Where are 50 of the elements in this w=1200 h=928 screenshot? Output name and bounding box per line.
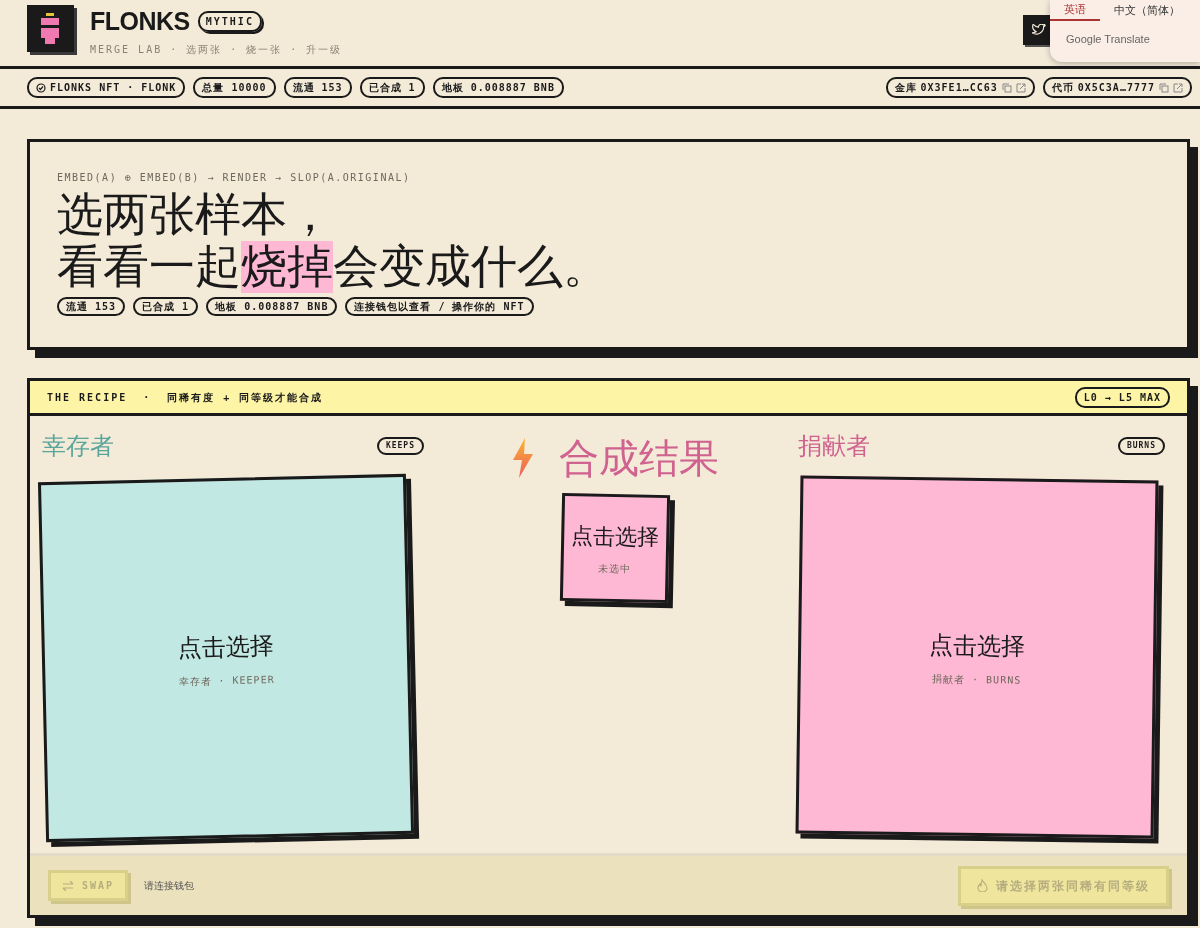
stat-pill: 流通 153 bbox=[283, 77, 352, 98]
headline-text: 看看一起 bbox=[57, 240, 241, 293]
tier-badge: MYTHIC bbox=[197, 11, 262, 32]
brand-title: FLONKS bbox=[90, 9, 190, 34]
stat-pill: 已合成 1 bbox=[359, 77, 425, 98]
swap-icon bbox=[62, 880, 74, 891]
copy-icon[interactable] bbox=[1159, 82, 1169, 93]
address-label: 代币 bbox=[1051, 81, 1074, 95]
lightning-icon bbox=[511, 438, 535, 478]
flame-icon bbox=[977, 879, 988, 892]
info-pill: 连接钱包以查看 / 操作你的 NFT bbox=[345, 296, 534, 316]
stat-pill: 地板 0.008887 BNB bbox=[432, 77, 564, 98]
slot-tag: KEEPS bbox=[376, 437, 424, 455]
language-tab[interactable]: 英语 bbox=[1050, 0, 1100, 21]
copy-icon[interactable] bbox=[1001, 82, 1012, 93]
slot-caption: 未选中 bbox=[597, 561, 632, 577]
highlighted-text: 烧掉 bbox=[241, 240, 333, 293]
slot-caption: 幸存者 · KEEPER bbox=[178, 672, 275, 689]
headline-text: 会变成什么。 bbox=[333, 240, 609, 293]
info-pill: 已合成 1 bbox=[133, 296, 199, 316]
formula-text: EMBED(A) ⊕ EMBED(B) → RENDER → SLOP(A.ORIGINAL) bbox=[57, 171, 412, 185]
logo-icon bbox=[27, 5, 74, 52]
stat-pill: 总量 10000 bbox=[193, 77, 276, 98]
check-circle-icon bbox=[36, 82, 46, 93]
external-link-icon[interactable] bbox=[1173, 82, 1183, 93]
language-tab[interactable]: 中文（简体） bbox=[1100, 0, 1194, 21]
slot-prompt: 点击选择 bbox=[928, 629, 1026, 663]
separator-dot: · bbox=[143, 390, 152, 405]
slot-prompt: 点击选择 bbox=[177, 630, 275, 664]
address-label: 金库 bbox=[894, 81, 917, 95]
collection-name: FLONKS NFT · FLONK bbox=[50, 81, 177, 95]
recipe-title: THE RECIPE bbox=[47, 390, 128, 405]
recipe-rule: 同稀有度 + 同等级才能合成 bbox=[167, 390, 324, 405]
slot-title: 幸存者 bbox=[42, 431, 114, 462]
address-value: 0X5C3A…7777 bbox=[1077, 81, 1155, 95]
bird-icon bbox=[1032, 24, 1046, 36]
address-value: 0X3FE1…CC63 bbox=[920, 81, 998, 95]
slot-tag: BURNS bbox=[1117, 437, 1165, 455]
wallet-hint: 请连接钱包 bbox=[144, 879, 195, 893]
external-link-icon[interactable] bbox=[1015, 82, 1026, 93]
result-title: 合成结果 bbox=[559, 434, 719, 483]
slot-title: 捐献者 bbox=[798, 431, 870, 462]
tagline: MERGE LAB · 选两张 · 烧一张 · 升一级 bbox=[90, 43, 343, 57]
headline-text: 选两张样本， bbox=[57, 189, 333, 241]
translate-label: Google Translate bbox=[1065, 32, 1151, 47]
slot-caption: 捐献者 · BURNS bbox=[932, 671, 1022, 688]
slot-prompt: 点击选择 bbox=[570, 522, 660, 552]
info-pill: 流通 153 bbox=[57, 296, 126, 316]
info-pill: 地板 0.008887 BNB bbox=[206, 296, 338, 316]
level-range-pill: L0 → L5 MAX bbox=[1074, 386, 1170, 408]
